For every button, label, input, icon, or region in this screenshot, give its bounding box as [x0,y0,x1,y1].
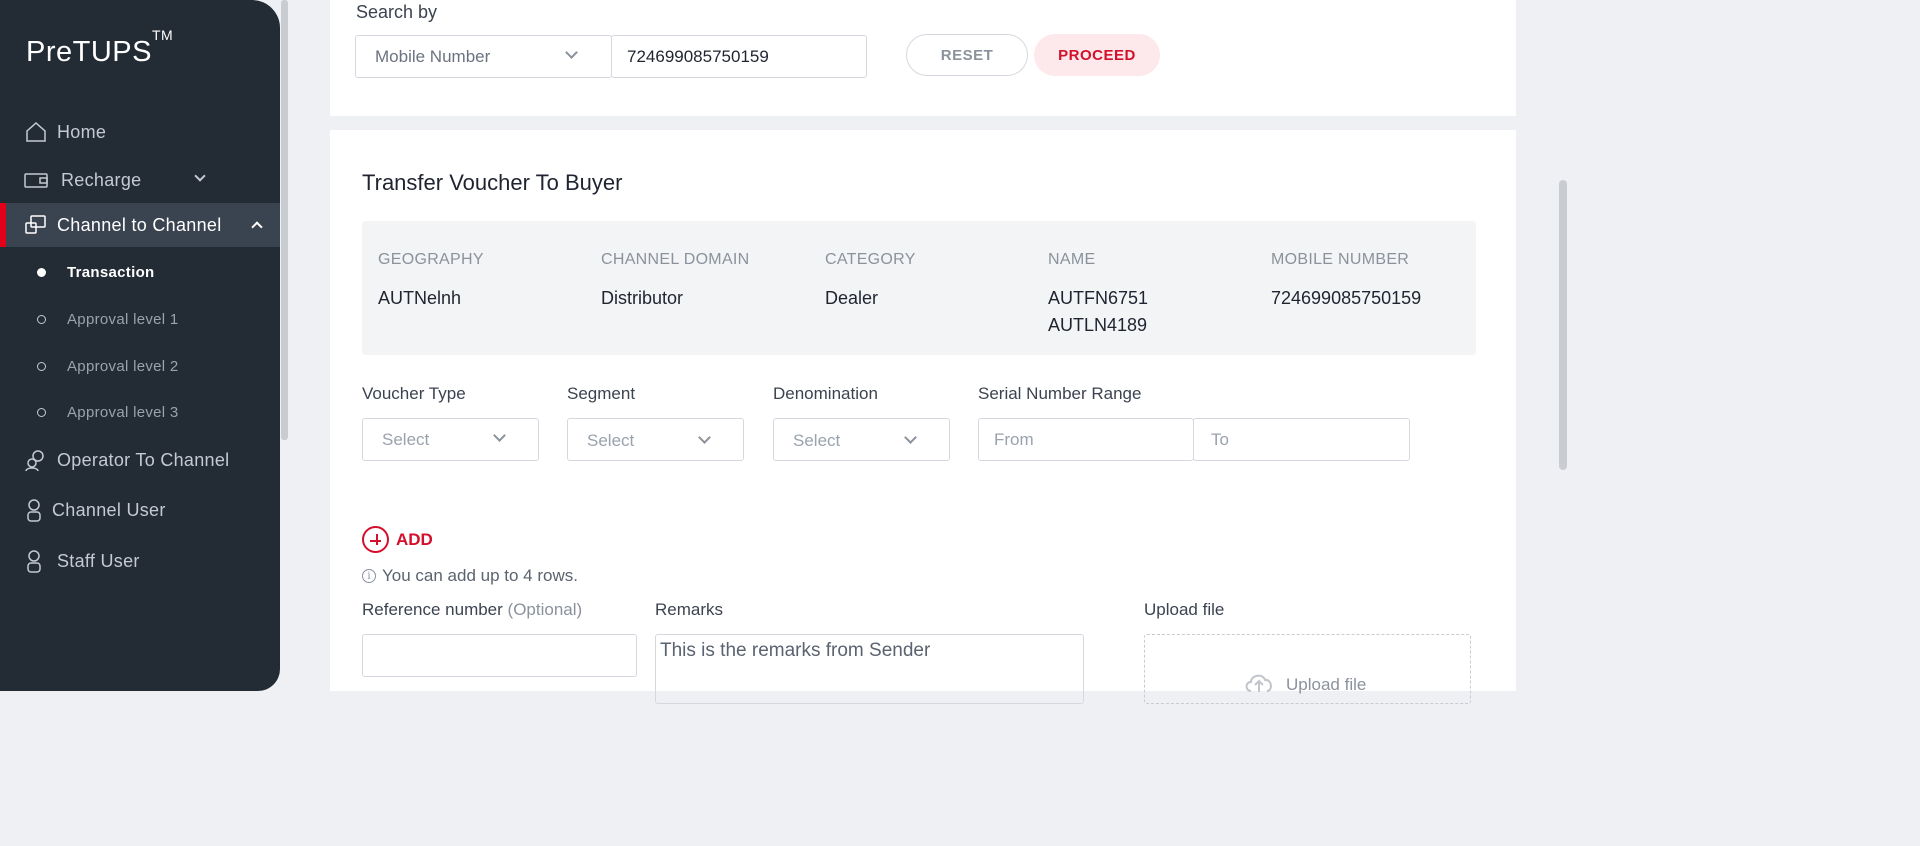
chevron-down-icon[interactable] [194,170,206,182]
add-label: ADD [396,529,433,549]
sidebar-item-label: Channel User [52,499,166,520]
info-header: MOBILE NUMBER [1271,251,1410,268]
segment-select[interactable]: Select [567,418,744,461]
chevron-up-icon[interactable] [251,221,263,233]
sidebar-subitem-label: Transaction [67,263,155,281]
chevron-down-icon [698,431,711,444]
voucher-type-label: Voucher Type [362,384,466,403]
sidebar: PreTUPSTM Home Recharge Channel to Chann… [0,0,280,691]
info-header: NAME [1048,251,1096,268]
transfer-icon [25,215,46,234]
sidebar-subitem-approval-1[interactable]: Approval level 1 [0,304,280,334]
select-placeholder: Select [382,429,430,449]
sidebar-subitem-transaction[interactable]: Transaction [0,257,280,287]
optional-tag: (Optional) [507,600,583,619]
search-input[interactable]: 724699085750159 [611,35,867,78]
user-icon [27,550,41,573]
operator-icon [25,450,44,472]
rows-hint: i You can add up to 4 rows. [362,566,578,586]
app-logo[interactable]: PreTUPSTM [26,27,173,69]
search-by-label: Search by [356,2,438,22]
sidebar-item-home[interactable]: Home [0,110,280,154]
info-icon: i [362,569,376,583]
sidebar-item-label: Recharge [61,169,142,190]
sidebar-item-label: Channel to Channel [57,214,222,235]
upload-dropzone[interactable]: Upload file [1144,634,1471,704]
segment-label: Segment [567,384,636,403]
sidebar-item-channel-to-channel[interactable]: Channel to Channel [0,203,280,247]
sidebar-scrollbar[interactable] [281,0,288,440]
sidebar-item-staff-user[interactable]: Staff User [0,539,280,583]
remarks-label: Remarks [655,600,724,619]
info-value: Distributor [601,288,684,308]
serial-to-input[interactable]: To [1193,418,1410,461]
upload-button-label: Upload file [1286,675,1367,694]
bullet-icon [37,314,46,324]
section-title: Transfer Voucher To Buyer [362,170,623,195]
page-scrollbar[interactable] [1559,180,1567,470]
search-input-value: 724699085750159 [627,46,769,66]
reference-label: Reference number (Optional) [362,600,582,620]
info-header: GEOGRAPHY [378,251,484,268]
info-channel-domain: CHANNEL DOMAIN Distributor [601,251,750,312]
sidebar-subitem-label: Approval level 1 [67,310,179,328]
search-type-value: Mobile Number [375,46,491,66]
input-placeholder: From [994,429,1034,449]
info-header: CHANNEL DOMAIN [601,251,750,268]
info-value-line: AUTFN6751 [1048,288,1149,308]
voucher-type-select[interactable]: Select [362,418,539,461]
info-name: NAME AUTFN6751 AUTLN4189 [1048,251,1148,339]
info-value: AUTFN6751 AUTLN4189 [1048,285,1148,339]
cloud-upload-icon [1245,674,1272,692]
wallet-icon [24,173,48,188]
bullet-icon [37,361,46,371]
denomination-label: Denomination [773,384,878,403]
chevron-down-icon [565,46,578,59]
sidebar-item-label: Operator To Channel [57,449,230,470]
reference-input[interactable] [362,634,637,677]
sidebar-subitem-approval-3[interactable]: Approval level 3 [0,397,280,427]
denomination-select[interactable]: Select [773,418,950,461]
chevron-down-icon [493,429,506,442]
home-icon [26,121,46,142]
sidebar-item-operator-to-channel[interactable]: Operator To Channel [0,438,280,482]
info-geography: GEOGRAPHY AUTNelnh [378,251,484,312]
reference-label-text: Reference number [362,600,503,619]
sidebar-subitem-approval-2[interactable]: Approval level 2 [0,351,280,381]
info-value: Dealer [825,288,879,308]
remarks-textarea[interactable]: This is the remarks from Sender [655,634,1084,704]
sidebar-item-label: Home [57,121,107,142]
info-value: AUTNelnh [378,288,462,308]
bullet-icon [37,267,46,277]
upload-label: Upload file [1144,600,1225,619]
info-mobile-number: MOBILE NUMBER 724699085750159 [1271,251,1421,312]
user-icon [27,499,41,522]
select-placeholder: Select [587,431,635,450]
info-value-line: AUTLN4189 [1048,315,1148,335]
select-placeholder: Select [793,431,841,450]
sidebar-subitem-label: Approval level 2 [67,357,179,375]
bullet-icon [37,407,46,417]
serial-range-label: Serial Number Range [978,384,1142,403]
add-circle-icon [362,526,389,553]
proceed-button[interactable]: PROCEED [1034,34,1160,76]
sidebar-item-label: Staff User [57,550,140,571]
info-value: 724699085750159 [1271,288,1422,308]
serial-from-input[interactable]: From [978,418,1194,461]
chevron-down-icon [904,431,917,444]
hint-text: You can add up to 4 rows. [382,566,578,585]
reset-button[interactable]: RESET [906,34,1028,76]
input-placeholder: To [1211,429,1229,449]
sidebar-subitem-label: Approval level 3 [67,403,179,421]
info-category: CATEGORY Dealer [825,251,916,312]
user-info-box: GEOGRAPHY AUTNelnh CHANNEL DOMAIN Distri… [362,221,1476,355]
search-type-select[interactable]: Mobile Number [355,35,612,78]
add-row-button[interactable]: ADD [362,526,433,553]
sidebar-item-recharge[interactable]: Recharge [0,158,280,202]
info-header: CATEGORY [825,251,916,268]
sidebar-item-channel-user[interactable]: Channel User [0,488,280,532]
